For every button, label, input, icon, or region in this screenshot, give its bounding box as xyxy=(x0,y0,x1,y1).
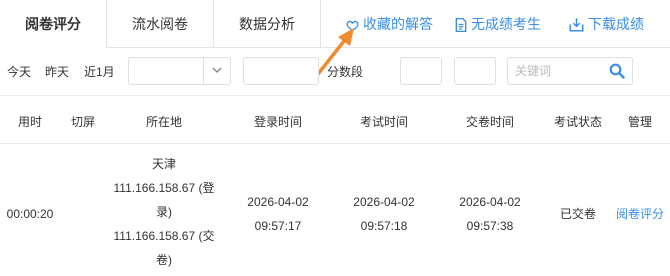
grade-link[interactable]: 阅卷评分 xyxy=(610,202,670,226)
login-clock: 09:57:17 xyxy=(254,219,302,233)
no-score-students-link[interactable]: 无成绩考生 xyxy=(455,0,541,48)
tab-stream-grading[interactable]: 流水阅卷 xyxy=(107,0,214,48)
keyword-search-input[interactable] xyxy=(513,58,607,84)
login-ip: 111.166.158.67 (登 xyxy=(113,181,215,195)
score-min-input[interactable] xyxy=(400,57,442,85)
cell-location: 天津 111.166.158.67 (登 录) 111.166.158.67 (… xyxy=(106,152,222,272)
download-label: 下载成绩 xyxy=(588,16,644,32)
table-header: 用时 切屏 所在地 登录时间 考试时间 交卷时间 考试状态 管理 xyxy=(0,95,670,144)
tab-bar: 阅卷评分 流水阅卷 数据分析 收藏的解答 无成绩考生 下载成绩 xyxy=(0,0,670,49)
score-max-input[interactable] xyxy=(454,57,496,85)
filter-last-month[interactable]: 近1月 xyxy=(84,63,115,80)
status-select[interactable] xyxy=(243,57,319,85)
exam-date: 2026-04-02 xyxy=(353,195,415,209)
location-city: 天津 xyxy=(151,157,176,171)
search-icon[interactable] xyxy=(609,63,625,79)
header-login-time: 登录时间 xyxy=(253,115,302,129)
search-box xyxy=(507,57,633,85)
exam-clock: 09:57:18 xyxy=(360,219,408,233)
tab-grading[interactable]: 阅卷评分 xyxy=(0,0,107,49)
filter-bar: 今天 昨天 近1月 分数段 xyxy=(0,56,670,86)
login-date: 2026-04-02 xyxy=(247,195,309,209)
cell-submit-time: 2026-04-02 09:57:38 xyxy=(434,190,546,238)
cell-exam-time: 2026-04-02 09:57:18 xyxy=(334,190,434,238)
favorites-link[interactable]: 收藏的解答 xyxy=(346,0,433,48)
filter-yesterday[interactable]: 昨天 xyxy=(45,63,69,80)
score-range-label: 分数段 xyxy=(327,65,364,79)
submit-ip: 111.166.158.67 (交 xyxy=(113,229,215,243)
submit-clock: 09:57:38 xyxy=(466,219,514,233)
document-icon xyxy=(455,17,467,33)
cell-duration: 00:00:20 xyxy=(6,207,54,221)
heart-icon xyxy=(346,20,359,32)
header-exam-time: 考试时间 xyxy=(359,115,408,129)
download-icon xyxy=(569,18,584,32)
header-submit-time: 交卷时间 xyxy=(465,115,514,129)
cell-login-time: 2026-04-02 09:57:17 xyxy=(222,190,334,238)
submit-date: 2026-04-02 xyxy=(459,195,521,209)
header-duration: 用时 xyxy=(17,115,42,129)
download-scores-link[interactable]: 下载成绩 xyxy=(569,0,644,48)
header-switch-screen: 切屏 xyxy=(70,115,95,129)
chevron-down-icon xyxy=(203,58,230,84)
tab-data-analysis[interactable]: 数据分析 xyxy=(214,0,321,48)
header-location: 所在地 xyxy=(145,115,182,129)
cell-status: 已交卷 xyxy=(559,207,596,221)
filter-today[interactable]: 今天 xyxy=(7,63,31,80)
exam-select[interactable] xyxy=(128,57,231,85)
login-ip-suffix: 录) xyxy=(156,205,172,219)
favorites-label: 收藏的解答 xyxy=(363,16,433,32)
header-exam-status: 考试状态 xyxy=(553,115,602,129)
submit-ip-suffix: 卷) xyxy=(156,253,172,267)
header-manage: 管理 xyxy=(627,115,652,129)
table-row: 00:00:20 天津 111.166.158.67 (登 录) 111.166… xyxy=(0,144,670,276)
no-score-label: 无成绩考生 xyxy=(471,16,541,32)
